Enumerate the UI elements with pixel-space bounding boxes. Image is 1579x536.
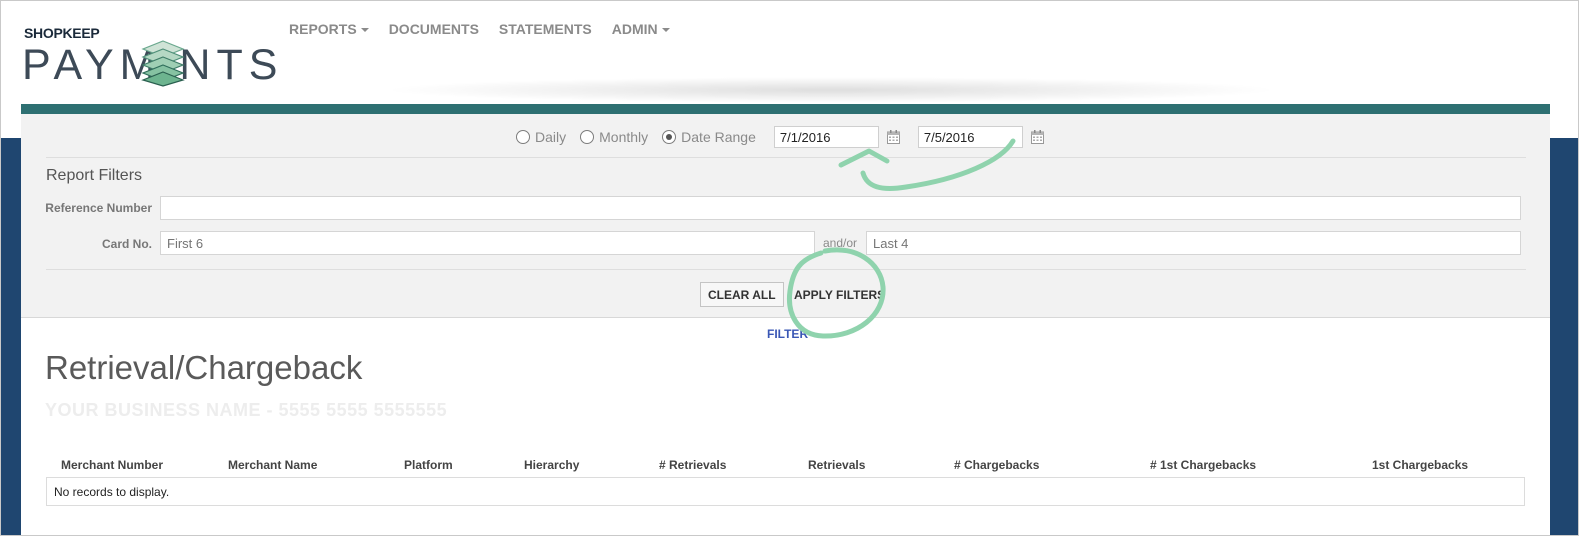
nav-documents[interactable]: DOCUMENTS — [389, 21, 479, 37]
col-num-chargebacks[interactable]: # Chargebacks — [954, 458, 1039, 472]
col-1st-chargebacks[interactable]: 1st Chargebacks — [1372, 458, 1468, 472]
radio-circle — [516, 130, 530, 144]
card-last4-input[interactable] — [866, 231, 1521, 255]
card-stack-icon — [141, 40, 185, 87]
reference-number-input[interactable] — [160, 196, 1521, 220]
col-num-retrievals[interactable]: # Retrievals — [659, 458, 726, 472]
card-number-label: Card No. — [101, 237, 152, 251]
filter-toggle-link[interactable]: FILTER — [767, 327, 808, 341]
divider — [46, 269, 1526, 270]
nav-statements[interactable]: STATEMENTS — [499, 21, 592, 37]
nav-admin-label: ADMIN — [611, 21, 658, 37]
apply-filters-button[interactable]: APPLY FILTERS — [786, 282, 893, 307]
nav-statements-label: STATEMENTS — [498, 21, 592, 37]
end-date-input[interactable] — [917, 126, 1023, 148]
table-body: No records to display. — [46, 477, 1525, 506]
business-name-watermark: YOUR BUSINESS NAME - 5555 5555 5555555 — [45, 400, 448, 420]
empty-message: No records to display. — [54, 485, 170, 499]
radio-monthly-label: Monthly — [599, 129, 649, 145]
reference-number-label: Reference Number — [45, 201, 152, 215]
radio-circle — [580, 130, 595, 144]
col-merchant-number[interactable]: Merchant Number — [61, 458, 163, 472]
radio-daily[interactable]: Daily — [516, 129, 566, 145]
filter-panel: Daily Monthly Date Range 7/1/2016 7/5/20… — [21, 114, 1550, 318]
start-date-input[interactable] — [773, 126, 879, 148]
caret-down-icon — [360, 28, 369, 32]
nav-admin[interactable]: ADMIN — [612, 21, 670, 37]
main-nav: REPORTS DOCUMENTS STATEMENTS ADMIN — [289, 21, 670, 37]
card-first6-input[interactable] — [160, 231, 815, 255]
clear-all-button[interactable]: CLEAR ALL — [700, 282, 784, 307]
page-title: Retrieval/Chargeback — [45, 349, 363, 386]
col-hierarchy[interactable]: Hierarchy — [524, 458, 579, 472]
results-table: Merchant Number Merchant Name Platform H… — [46, 455, 1525, 506]
shopkeep-payments-logo[interactable]: SHOPKEEP PAYM NTS — [22, 25, 284, 91]
header-accent-bar — [21, 104, 1550, 114]
report-filters-title: Report Filters — [46, 167, 143, 184]
divider — [46, 157, 1526, 158]
calendar-icon[interactable] — [886, 130, 900, 144]
col-platform[interactable]: Platform — [404, 458, 453, 472]
calendar-icon[interactable] — [1030, 130, 1044, 144]
radio-monthly[interactable]: Monthly — [580, 129, 648, 145]
logo-brand-text: SHOPKEEP — [24, 25, 100, 41]
app-window: SHOPKEEP PAYM NTS REPORTS DOCUMENTS STAT… — [0, 0, 1579, 536]
period-selector: Daily Monthly Date Range — [516, 126, 1062, 148]
table-header: Merchant Number Merchant Name Platform H… — [46, 455, 1525, 477]
and-or-label: and/or — [823, 236, 858, 250]
nav-documents-label: DOCUMENTS — [388, 21, 479, 37]
radio-daily-label: Daily — [535, 129, 567, 145]
nav-reports-label: REPORTS — [289, 21, 357, 37]
col-retrievals[interactable]: Retrievals — [808, 458, 865, 472]
header-shadow — [381, 77, 1281, 103]
col-num-1st-chargebacks[interactable]: # 1st Chargebacks — [1150, 458, 1256, 472]
nav-reports[interactable]: REPORTS — [289, 21, 369, 37]
col-merchant-name[interactable]: Merchant Name — [228, 458, 317, 472]
radio-date-range-label: Date Range — [681, 129, 756, 145]
radio-date-range[interactable]: Date Range — [662, 129, 756, 145]
caret-down-icon — [661, 28, 670, 32]
radio-circle-selected — [662, 130, 677, 144]
